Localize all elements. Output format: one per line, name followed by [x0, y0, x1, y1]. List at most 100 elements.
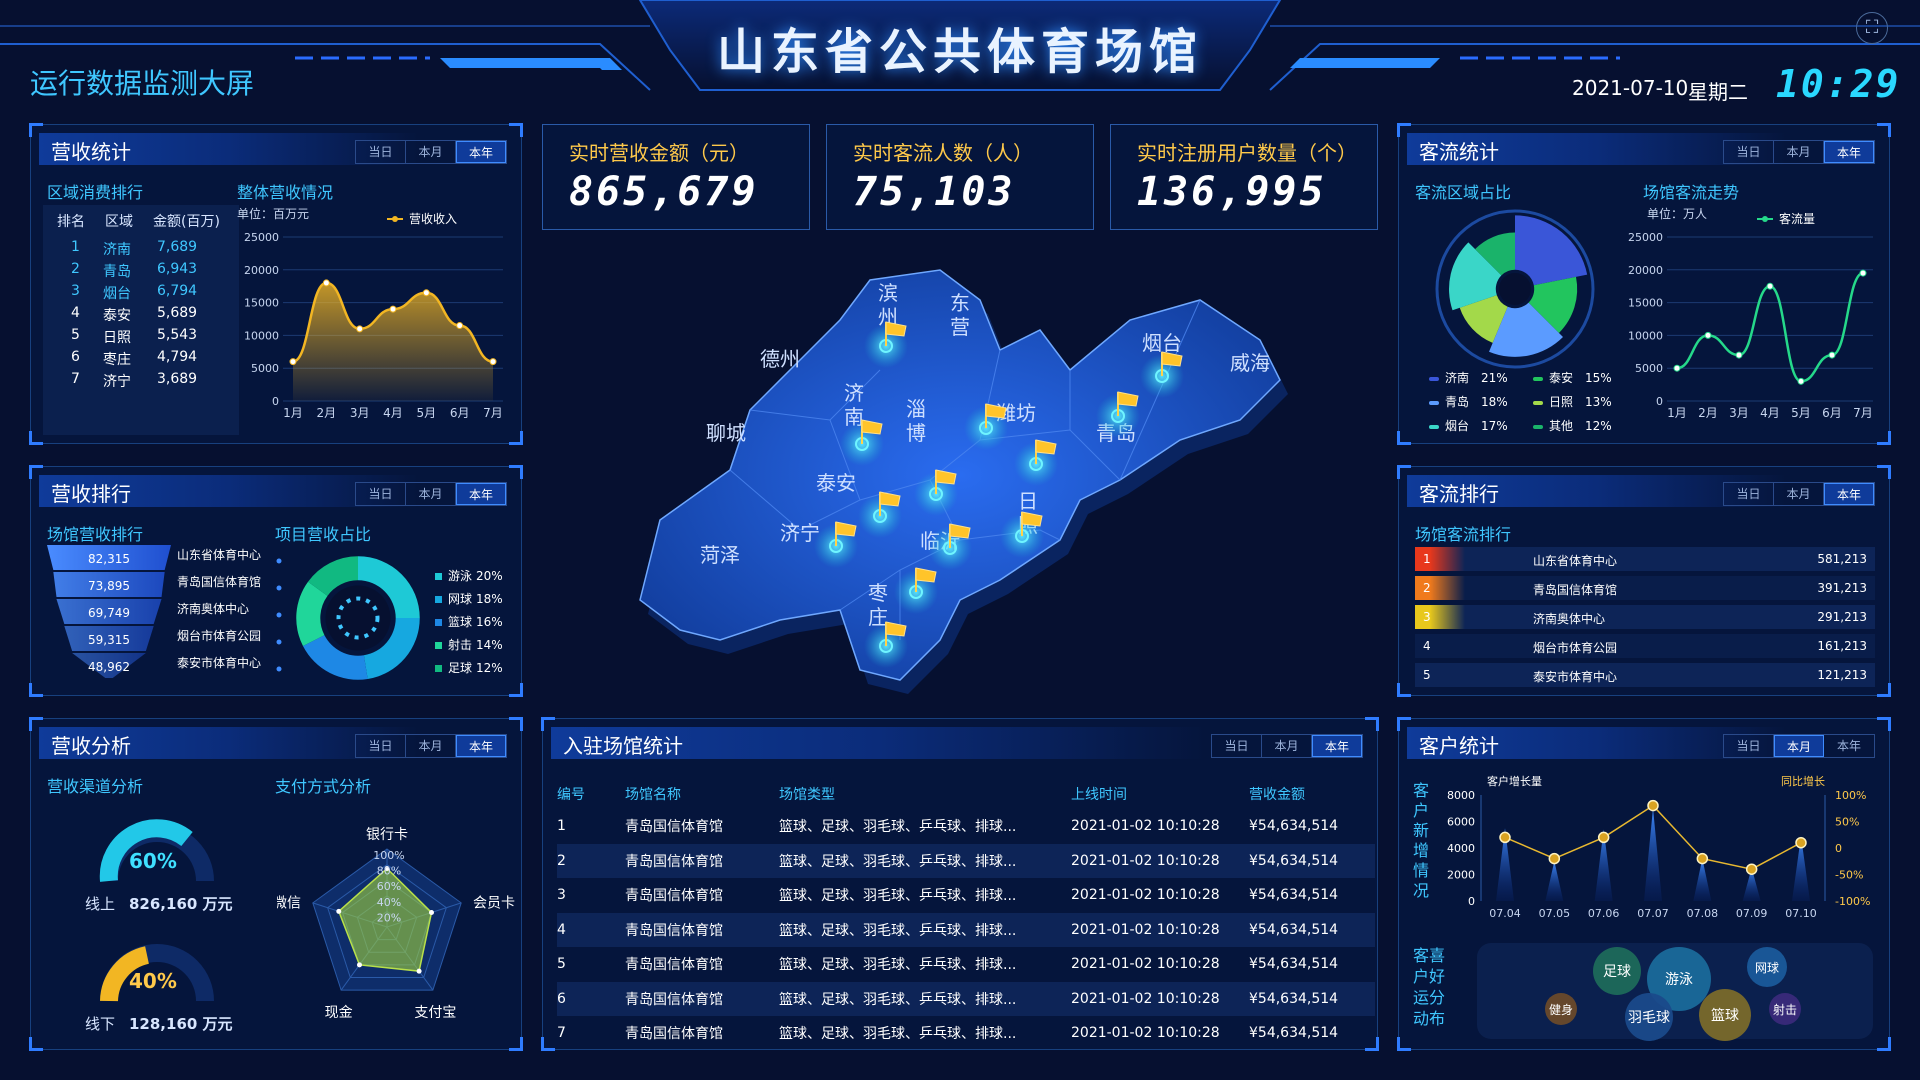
- cell-name: 青岛国信体育馆: [625, 981, 779, 1016]
- traffic-rank-row[interactable]: 3 济南奥体中心 291,213: [1415, 605, 1875, 629]
- traffic-rank-row[interactable]: 1 山东省体育中心 581,213: [1415, 547, 1875, 571]
- online-label: 线上: [85, 895, 116, 913]
- legend-pct: 13%: [1585, 395, 1612, 409]
- tab-day[interactable]: 当日: [356, 141, 406, 163]
- tab-month[interactable]: 本月: [1774, 735, 1824, 757]
- traffic-rank-row[interactable]: 5 泰安市体育中心 121,213: [1415, 663, 1875, 687]
- yoy-point: [1745, 863, 1758, 875]
- table-row[interactable]: 5 青岛国信体育馆 篮球、足球、羽毛球、乒乓球、排球... 2021-01-02 10…: [557, 947, 1375, 982]
- traffic-rank-number: 3: [1415, 605, 1465, 629]
- col-amount: 金额(百万): [153, 214, 220, 230]
- map-city-label[interactable]: 德州: [760, 347, 800, 371]
- bubble-label: 篮球: [1711, 1008, 1739, 1024]
- map-city-label[interactable]: 枣庄: [868, 581, 888, 629]
- legend-swatch: [435, 573, 442, 580]
- map-city-label[interactable]: 威海: [1230, 351, 1270, 375]
- tab-month[interactable]: 本月: [1262, 735, 1312, 757]
- legend-label: 烟台: [1445, 419, 1470, 433]
- kpi-revenue: 实时营收金额（元） 865,679: [542, 124, 810, 230]
- table-row[interactable]: 7 青岛国信体育馆 篮球、足球、羽毛球、乒乓球、排球... 2021-01-02 10…: [557, 1016, 1375, 1051]
- map-city-label[interactable]: 泰安: [816, 471, 856, 495]
- table-row[interactable]: 4 青岛国信体育馆 篮球、足球、羽毛球、乒乓球、排球... 2021-01-02 10…: [557, 912, 1375, 947]
- cell-amount: ¥54,634,514: [1249, 1025, 1339, 1042]
- rank-amount: 5,689: [157, 305, 198, 321]
- cell-id: 6: [557, 981, 625, 1016]
- cell-amount: ¥54,634,514: [1249, 887, 1339, 904]
- map-city-label[interactable]: 菏泽: [700, 543, 740, 567]
- tab-day[interactable]: 当日: [1724, 141, 1774, 163]
- radar-point: [429, 910, 435, 916]
- bubble-label: 射击: [1773, 1002, 1797, 1017]
- col-name: 场馆名称: [625, 787, 681, 803]
- legend-label: 日照: [1549, 395, 1574, 409]
- radar-axis-label: 支付宝: [414, 1005, 456, 1021]
- map-city-label[interactable]: 聊城: [706, 421, 746, 445]
- cell-type: 篮球、足球、羽毛球、乒乓球、排球...: [779, 957, 1017, 974]
- tab-year[interactable]: 本年: [456, 735, 506, 757]
- legend-item: 济南 21%: [1429, 369, 1529, 386]
- data-point: [289, 358, 297, 366]
- y-tick-label: 2000: [1447, 869, 1475, 882]
- venue-revenue-funnel: 82,315 山东省体育中心 73,895 青岛国信体育馆 69,749 济南奥体中心 59…: [47, 545, 282, 678]
- cell-type: 篮球、足球、羽毛球、乒乓球、排球...: [779, 1026, 1017, 1043]
- radar-point: [336, 908, 342, 914]
- tab-year[interactable]: 本年: [1312, 735, 1362, 757]
- tab-year[interactable]: 本年: [456, 141, 506, 163]
- tab-day[interactable]: 当日: [356, 483, 406, 505]
- x-tick-label: 2月: [1698, 406, 1718, 420]
- cell-type: 篮球、足球、羽毛球、乒乓球、排球...: [779, 888, 1017, 905]
- tab-month[interactable]: 本月: [1774, 141, 1824, 163]
- table-row[interactable]: 3 青岛国信体育馆 篮球、足球、羽毛球、乒乓球、排球... 2021-01-02 10…: [557, 878, 1375, 913]
- tab-year[interactable]: 本年: [1824, 141, 1874, 163]
- col-time: 上线时间: [1071, 787, 1127, 803]
- y-tick-label: 20000: [1628, 264, 1663, 277]
- tab-year[interactable]: 本年: [1824, 483, 1874, 505]
- tab-day[interactable]: 当日: [1724, 735, 1774, 757]
- rank-region: 青岛: [103, 264, 131, 280]
- table-row[interactable]: 2 青岛国信体育馆 篮球、足球、羽毛球、乒乓球、排球... 2021-01-02 10…: [557, 843, 1375, 878]
- tab-month[interactable]: 本月: [1774, 483, 1824, 505]
- cell-time: 2021-01-02 10:10:28: [1071, 887, 1220, 904]
- tab-month[interactable]: 本月: [406, 735, 456, 757]
- tab-day[interactable]: 当日: [1724, 483, 1774, 505]
- y-tick-label: 25000: [244, 231, 279, 244]
- fullscreen-button[interactable]: ⛶: [1856, 12, 1888, 44]
- cell-time: 2021-01-02 10:10:28: [1071, 818, 1220, 835]
- col-type: 场馆类型: [779, 787, 835, 803]
- tab-month[interactable]: 本月: [406, 141, 456, 163]
- table-row[interactable]: 1 青岛国信体育馆 篮球、足球、羽毛球、乒乓球、排球... 2021-01-02 10…: [557, 809, 1375, 844]
- funnel-value: 82,315: [88, 552, 130, 566]
- map-city-char: 淄: [906, 397, 926, 421]
- traffic-rank-number: 4: [1423, 639, 1431, 653]
- x-tick-label: 3月: [350, 406, 370, 420]
- data-point: [456, 322, 464, 330]
- rank-amount: 4,794: [157, 349, 198, 365]
- map-city-label[interactable]: 淄博: [906, 397, 926, 445]
- legend-pct: 18%: [476, 592, 503, 606]
- cell-time: 2021-01-02 10:10:28: [1071, 912, 1249, 947]
- period-tabs: 当日 本月 本年: [355, 140, 507, 164]
- traffic-rank-row[interactable]: 4 烟台市体育公园 161,213: [1415, 634, 1875, 658]
- tab-year[interactable]: 本年: [1824, 735, 1874, 757]
- tab-day[interactable]: 当日: [1212, 735, 1262, 757]
- table-row[interactable]: 6 青岛国信体育馆 篮球、足球、羽毛球、乒乓球、排球... 2021-01-02 10…: [557, 981, 1375, 1016]
- traffic-rank-row[interactable]: 2 青岛国信体育馆 391,213: [1415, 576, 1875, 600]
- x-tick-label: 6月: [450, 406, 470, 420]
- map-city-label[interactable]: 滨州: [878, 281, 898, 329]
- traffic-rank-name: 山东省体育中心: [1533, 554, 1618, 568]
- legend-pct: 20%: [476, 569, 503, 583]
- tab-month[interactable]: 本月: [406, 483, 456, 505]
- funnel-dot: [276, 639, 282, 645]
- map-city-label[interactable]: 东营: [950, 291, 970, 339]
- tab-day[interactable]: 当日: [356, 735, 406, 757]
- map-city-char: 日: [1018, 489, 1038, 513]
- map-city-label[interactable]: 济宁: [780, 521, 820, 545]
- map-city-label[interactable]: 烟台: [1142, 331, 1182, 355]
- yoy-point: [1647, 799, 1659, 812]
- traffic-stats-panel: 客流统计 当日 本月 本年 客流区域占比 济南 21% 泰安 15% 青岛 18% 日照 13…: [1397, 123, 1891, 445]
- y-tick-label: 25000: [1628, 231, 1663, 244]
- corner: [509, 1037, 523, 1051]
- panel-header: 营收排行 当日 本月 本年: [39, 475, 513, 507]
- kpi-label: 实时注册用户数量（个）: [1137, 141, 1357, 165]
- tab-year[interactable]: 本年: [456, 483, 506, 505]
